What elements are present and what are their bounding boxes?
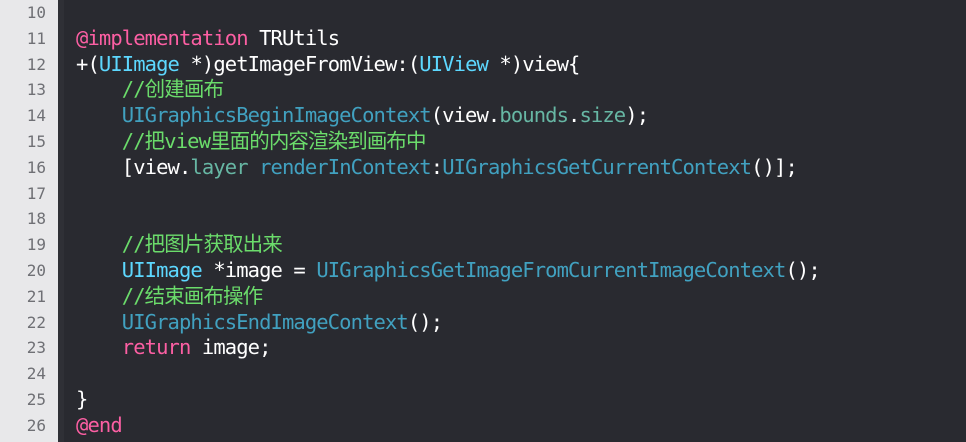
token-function: UIGraphicsEndImageContext <box>121 309 409 334</box>
token-plain: image; <box>190 335 272 360</box>
token-function: UIGraphicsGetCurrentContext <box>442 154 752 179</box>
token-plain: [view. <box>76 154 192 179</box>
token-keyword: @end <box>76 412 123 437</box>
code-text[interactable]: //把图片获取出来 <box>76 232 283 258</box>
token-plain: ); <box>625 103 649 128</box>
code-line[interactable]: 16 [view.layer renderInContext:UIGraphic… <box>0 155 966 181</box>
token-plain: *)getImageFromView:( <box>179 51 420 76</box>
code-text[interactable]: UIGraphicsEndImageContext(); <box>76 309 443 336</box>
token-comment: //创建画布 <box>76 77 224 102</box>
line-number: 16 <box>26 157 46 177</box>
code-line[interactable]: 11 @implementation TRUtils <box>0 26 966 52</box>
code-text[interactable]: [view.layer renderInContext:UIGraphicsGe… <box>76 154 798 181</box>
token-function: UIGraphicsBeginImageContext <box>121 103 432 128</box>
code-text[interactable]: @end <box>76 412 123 439</box>
token-plain: (); <box>785 257 820 282</box>
code-lines[interactable]: 10 11 @implementation TRUtils 12 +(UIImage *… <box>0 0 966 439</box>
code-line[interactable]: 20 UIImage *image = UIGraphicsGetImageFr… <box>0 258 966 284</box>
code-text[interactable]: UIGraphicsBeginImageContext(view.bounds.… <box>76 103 649 129</box>
token-property: bounds <box>499 103 569 128</box>
code-line[interactable]: 12 +(UIImage *)getImageFromView:(UIView *… <box>0 52 966 78</box>
token-keyword: return <box>121 335 192 360</box>
code-line[interactable]: 19 //把图片获取出来 <box>0 232 966 258</box>
token-plain: . <box>568 103 580 128</box>
line-number: 21 <box>26 286 46 306</box>
token-comment: //把view里面的内容渲染到画布中 <box>76 128 427 153</box>
line-number: 22 <box>26 312 46 332</box>
token-function: renderInContext <box>259 154 432 179</box>
line-number: 20 <box>26 260 46 280</box>
line-number: 17 <box>26 183 46 203</box>
code-line[interactable]: 23 return image; <box>0 335 966 361</box>
code-line[interactable]: 10 <box>0 0 966 26</box>
code-line[interactable]: 21 //结束画布操作 <box>0 284 966 310</box>
line-number: 10 <box>26 3 46 22</box>
line-number: 14 <box>26 106 46 126</box>
line-number: 13 <box>26 80 46 100</box>
token-plain: ()]; <box>751 154 798 179</box>
code-line[interactable]: 13 //创建画布 <box>0 77 966 103</box>
token-plain: *image = <box>201 257 317 282</box>
line-number: 23 <box>26 338 46 358</box>
line-number: 18 <box>26 209 46 229</box>
code-text[interactable]: } <box>76 386 88 413</box>
token-plain: : <box>430 154 443 179</box>
token-comment: //把图片获取出来 <box>76 232 283 257</box>
token-plain: TRUtils <box>247 25 340 50</box>
code-line[interactable]: 25} <box>0 387 966 413</box>
code-line[interactable]: 14 UIGraphicsBeginImageContext(view.boun… <box>0 103 966 129</box>
code-line[interactable]: 18 <box>0 206 966 232</box>
line-number: 11 <box>26 28 46 48</box>
code-text[interactable]: UIImage *image = UIGraphicsGetImageFromC… <box>76 257 821 284</box>
code-line[interactable]: 15 //把view里面的内容渲染到画布中 <box>0 129 966 155</box>
line-number: 19 <box>26 235 46 255</box>
token-type: UIImage <box>121 257 203 282</box>
token-property: size <box>579 103 626 128</box>
token-type: UIImage <box>98 51 180 76</box>
token-function: UIGraphicsGetImageFromCurrentImageContex… <box>316 257 786 282</box>
code-text[interactable]: //把view里面的内容渲染到画布中 <box>76 128 427 155</box>
code-text[interactable]: //创建画布 <box>76 77 224 103</box>
line-number: 26 <box>26 415 46 435</box>
token-comment: //结束画布操作 <box>76 283 263 308</box>
code-line[interactable]: 26 @end <box>0 413 966 439</box>
code-editor[interactable]: 10 11 @implementation TRUtils 12 +(UIImage *… <box>0 0 966 442</box>
code-line[interactable]: 24 <box>0 361 966 387</box>
code-text[interactable]: +(UIImage *)getImageFromView:(UIView *)v… <box>76 52 580 78</box>
token-plain: } <box>76 386 88 411</box>
code-line[interactable]: 22 UIGraphicsEndImageContext(); <box>0 310 966 336</box>
token-plain: +( <box>76 51 100 76</box>
token-plain: *)view{ <box>487 51 580 76</box>
token-keyword: @implementation <box>76 25 249 50</box>
code-line[interactable]: 17 <box>0 181 966 207</box>
line-number: 25 <box>26 389 46 409</box>
token-type: UIView <box>419 51 489 76</box>
code-text[interactable]: @implementation TRUtils <box>76 25 340 52</box>
line-number: 15 <box>26 131 46 151</box>
code-text[interactable]: return image; <box>76 335 272 361</box>
line-number: 12 <box>26 54 46 74</box>
token-plain: (view. <box>430 103 501 128</box>
code-text[interactable]: //结束画布操作 <box>76 283 263 310</box>
line-number: 24 <box>26 364 46 384</box>
token-plain: (); <box>407 309 443 334</box>
token-property: layer <box>190 154 248 179</box>
